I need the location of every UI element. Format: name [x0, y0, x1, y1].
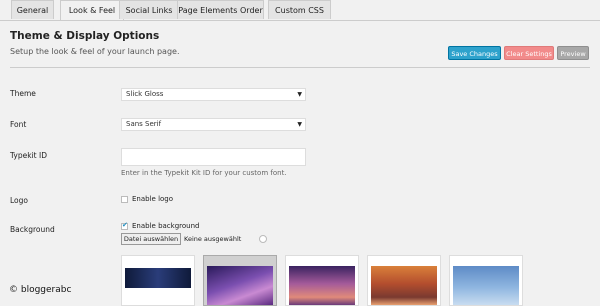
background-label: Background [10, 225, 55, 234]
enable-logo-label: Enable logo [132, 195, 174, 203]
enable-background-label: Enable background [132, 222, 200, 230]
background-thumbnail[interactable] [285, 255, 359, 306]
tab-social-links[interactable]: Social Links [119, 0, 179, 19]
background-thumbnail[interactable] [121, 255, 195, 306]
tab-page-elements-order[interactable]: Page Elements Order [177, 0, 264, 19]
background-radio[interactable] [259, 235, 267, 243]
tab-look-and-feel[interactable]: Look & Feel [60, 0, 124, 21]
background-thumbnail[interactable] [449, 255, 523, 306]
background-thumbnail[interactable] [367, 255, 441, 306]
page-title: Theme & Display Options [10, 30, 160, 42]
preview-button[interactable]: Preview [557, 46, 589, 60]
typekit-label: Typekit ID [10, 151, 47, 160]
typekit-hint: Enter in the Typekit Kit ID for your cus… [121, 169, 287, 177]
enable-background-checkbox[interactable]: ✔ [121, 221, 128, 230]
tab-general[interactable]: General [11, 0, 54, 19]
checkmark-icon: ✔ [122, 221, 128, 229]
file-status: Keine ausgewählt [184, 235, 242, 243]
theme-select[interactable]: Slick Gloss ▼ [121, 88, 306, 101]
font-select-value: Sans Serif [126, 120, 162, 128]
theme-label: Theme [10, 89, 36, 98]
font-select[interactable]: Sans Serif ▼ [121, 118, 306, 131]
theme-select-value: Slick Gloss [126, 90, 164, 98]
tab-custom-css[interactable]: Custom CSS [268, 0, 331, 19]
clear-settings-button[interactable]: Clear Settings [504, 46, 554, 60]
background-image [207, 266, 273, 305]
logo-label: Logo [10, 196, 28, 205]
choose-file-button[interactable]: Datei auswählen [121, 233, 181, 245]
watermark: © bloggerabc [9, 285, 72, 295]
font-label: Font [10, 120, 27, 129]
page-subtitle: Setup the look & feel of your launch pag… [10, 47, 180, 56]
dropdown-arrow-icon: ▼ [297, 91, 302, 98]
header-divider [10, 67, 590, 68]
tabs-divider [0, 20, 600, 21]
background-image [453, 266, 519, 305]
background-image [289, 266, 355, 305]
save-changes-button[interactable]: Save Changes [448, 46, 501, 60]
background-image [125, 268, 191, 288]
dropdown-arrow-icon: ▼ [297, 121, 302, 128]
enable-logo-checkbox[interactable] [121, 196, 128, 203]
background-thumbnail-selected[interactable] [203, 255, 277, 306]
typekit-input[interactable] [121, 148, 306, 166]
background-image [371, 266, 437, 305]
